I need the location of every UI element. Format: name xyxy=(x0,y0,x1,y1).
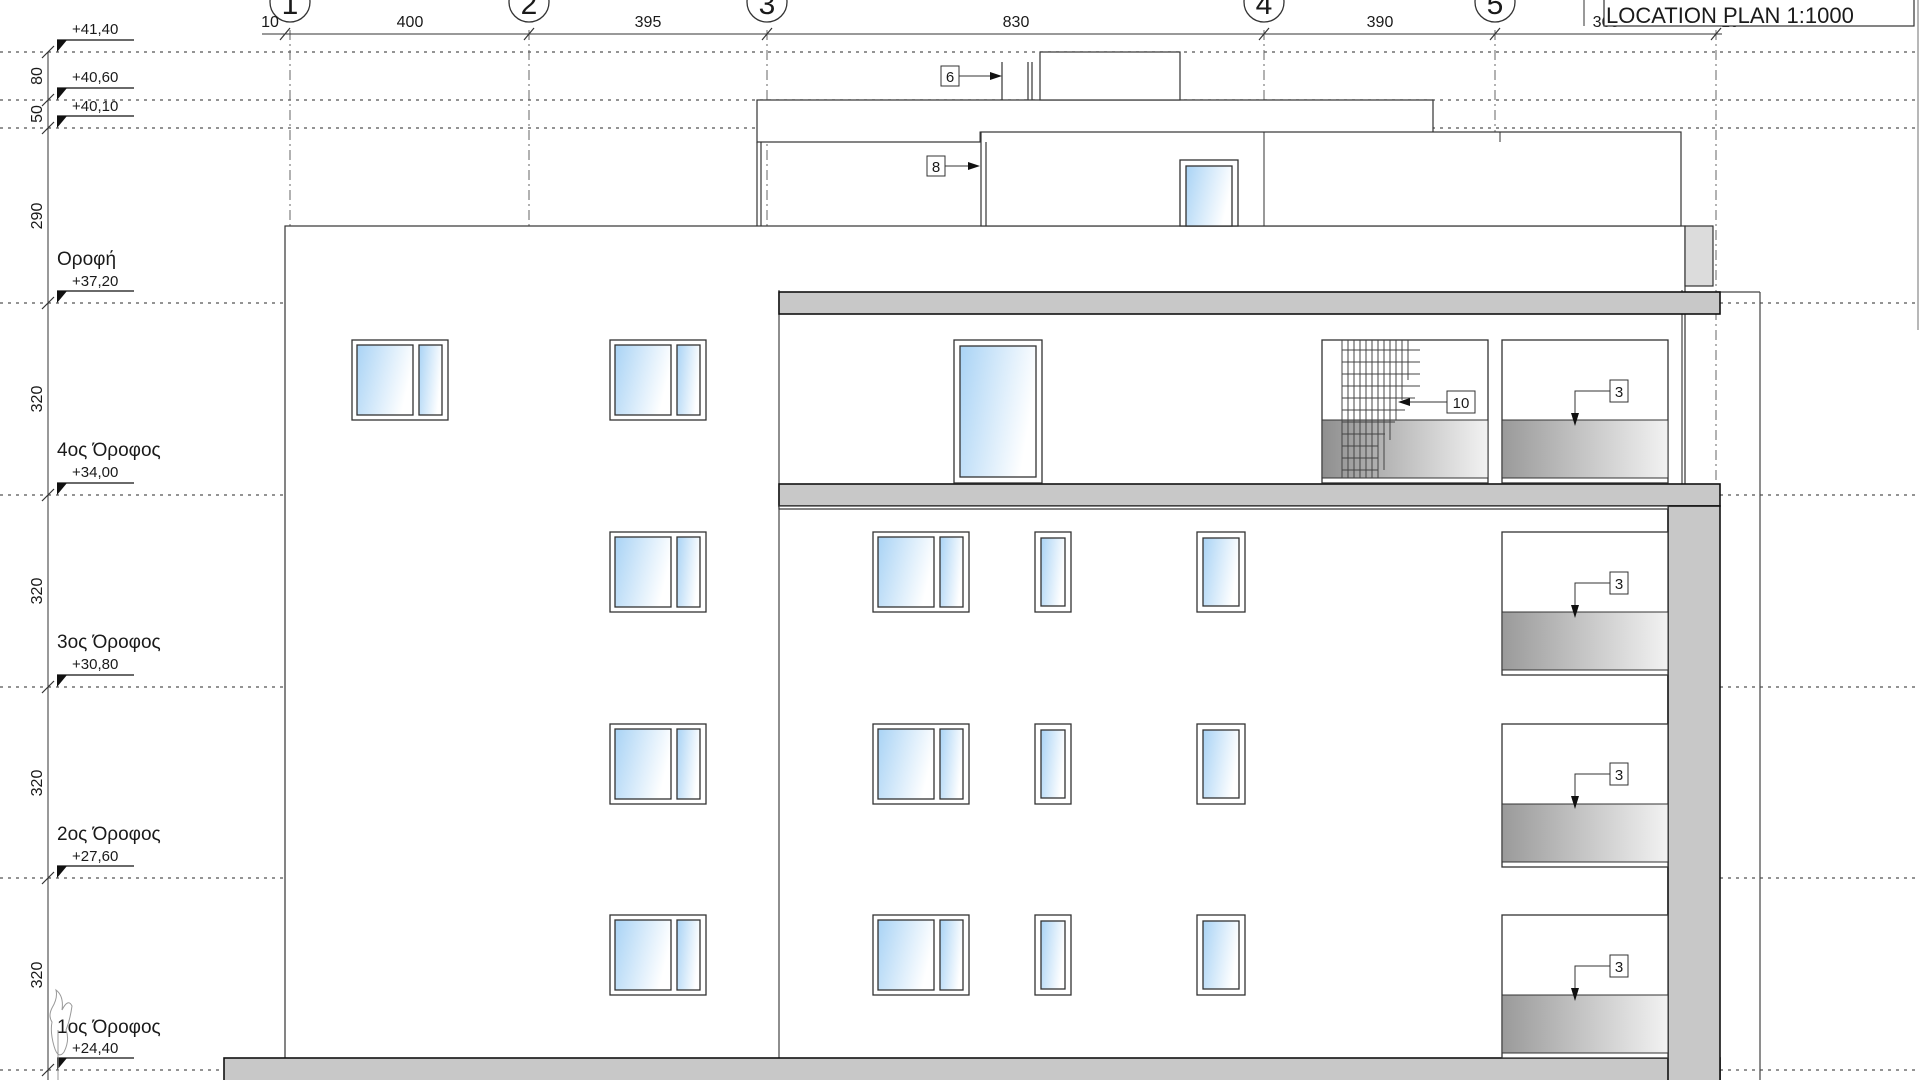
window-pane xyxy=(877,728,935,800)
level-triangle-icon xyxy=(57,675,67,687)
side-wall-section xyxy=(1667,505,1721,1080)
window-pane xyxy=(614,919,672,991)
window-pane xyxy=(1202,920,1240,990)
level-mark-4th-floor: 4ος Όροφος +34,00 xyxy=(57,440,161,495)
window-pane xyxy=(1040,729,1066,799)
dimension-label: 830 xyxy=(1003,14,1030,31)
vertical-dimension-label: 320 xyxy=(29,386,46,413)
balcony-parapet xyxy=(1501,419,1669,479)
vertical-dimension-label: 290 xyxy=(29,203,46,230)
floor-slab-4 xyxy=(778,483,1721,507)
stair-railing xyxy=(1321,419,1489,479)
building-elevation xyxy=(49,51,1761,1080)
window-pane xyxy=(676,919,701,991)
vertical-dimension-label: 320 xyxy=(29,578,46,605)
chimney-block xyxy=(1684,225,1714,287)
level-value: +40,10 xyxy=(72,98,118,115)
level-name: 2ος Όροφος xyxy=(57,824,161,845)
vertical-dimension-label: 80 xyxy=(29,67,46,85)
balcony-parapet xyxy=(1501,994,1669,1054)
level-triangle-icon xyxy=(57,88,67,100)
arrow-right-icon xyxy=(968,162,980,170)
dimension-label: 400 xyxy=(397,14,424,31)
slab-underside xyxy=(778,505,1669,510)
arrow-right-icon xyxy=(990,72,1002,80)
level-name: Οροφή xyxy=(57,249,116,270)
window-pane xyxy=(676,536,701,608)
level-value: +27,60 xyxy=(72,848,118,865)
penthouse-volume xyxy=(980,131,1682,227)
callout-vent: 6 xyxy=(940,65,1002,87)
vertical-dimension-label: 320 xyxy=(29,770,46,797)
window-pane xyxy=(614,728,672,800)
callout-number: 3 xyxy=(1615,384,1623,401)
axis-label-2: 2 xyxy=(521,0,538,21)
location-plan-title: LOCATION PLAN 1:1000 xyxy=(1606,3,1854,28)
roof-slab xyxy=(778,291,1721,315)
level-triangle-icon xyxy=(57,483,67,495)
level-name: 1ος Όροφος xyxy=(57,1017,161,1038)
callout-parapet: 8 xyxy=(926,155,980,177)
window-pane xyxy=(939,536,964,608)
level-mark-41-40: +41,40 xyxy=(57,21,134,52)
window-pane xyxy=(418,344,443,416)
callout-number: 3 xyxy=(1615,959,1623,976)
window-pane xyxy=(939,728,964,800)
level-name: 3ος Όροφος xyxy=(57,632,161,653)
window-pane xyxy=(877,919,935,991)
level-value: +41,40 xyxy=(72,21,118,38)
vertical-dimension-label: 50 xyxy=(29,105,46,123)
level-name: 4ος Όροφος xyxy=(57,440,161,461)
balcony-parapet xyxy=(1501,803,1669,863)
window-pane xyxy=(1202,537,1240,607)
level-value: +40,60 xyxy=(72,69,118,86)
balcony-parapet xyxy=(1501,611,1669,671)
balcony-door-pane xyxy=(959,345,1037,478)
axis-label-3: 3 xyxy=(759,0,776,21)
penthouse-window xyxy=(1185,165,1233,227)
level-value: +34,00 xyxy=(72,464,118,481)
callout-number: 3 xyxy=(1615,767,1623,784)
window-pane xyxy=(1040,920,1066,990)
level-value: +24,40 xyxy=(72,1040,118,1057)
dimension-label: 395 xyxy=(635,14,662,31)
level-triangle-icon xyxy=(57,291,67,303)
axis-label-4: 4 xyxy=(1256,0,1273,21)
level-triangle-icon xyxy=(57,40,67,52)
window-pane xyxy=(1202,729,1240,799)
level-mark-1st-floor: 1ος Όροφος +24,40 xyxy=(57,1017,161,1070)
top-dimension-chain: 10 400 395 830 390 365 10 xyxy=(261,14,1739,41)
level-mark-40-10: +40,10 xyxy=(57,98,134,128)
callout-number: 10 xyxy=(1453,395,1470,412)
level-value: +30,80 xyxy=(72,656,118,673)
window-pane xyxy=(676,728,701,800)
callout-number: 6 xyxy=(946,69,954,86)
callout-number: 8 xyxy=(932,159,940,176)
level-value: +37,20 xyxy=(72,273,118,290)
vertical-dimension-label: 320 xyxy=(29,962,46,989)
dimension-label: 10 xyxy=(261,14,279,31)
dimension-label: 390 xyxy=(1367,14,1394,31)
axis-label-1: 1 xyxy=(282,0,299,21)
axis-label-5: 5 xyxy=(1487,0,1504,21)
window-pane xyxy=(614,536,672,608)
window-pane xyxy=(877,536,935,608)
level-markers: 80 50 290 320 320 320 320 +41,40 +40,60 … xyxy=(29,21,161,1080)
level-mark-40-60: +40,60 xyxy=(57,69,134,100)
axis-bubbles: 1 2 3 4 5 xyxy=(269,0,1516,23)
window-pane xyxy=(939,919,964,991)
level-mark-3rd-floor: 3ος Όροφος +30,80 xyxy=(57,632,161,687)
window-pane xyxy=(676,344,701,416)
level-triangle-icon xyxy=(57,866,67,878)
facade-elevation-drawing: 1 2 3 4 5 10 400 395 830 390 365 10 LOCA… xyxy=(0,0,1920,1080)
window-pane xyxy=(356,344,414,416)
callout-number: 3 xyxy=(1615,576,1623,593)
stair-housing xyxy=(1039,51,1181,101)
window-pane xyxy=(614,344,672,416)
level-mark-2nd-floor: 2ος Όροφος +27,60 xyxy=(57,824,161,878)
floor-slab-1 xyxy=(223,1057,1721,1080)
window-pane xyxy=(1040,537,1066,607)
level-mark-roof: Οροφή +37,20 xyxy=(57,249,134,303)
level-triangle-icon xyxy=(57,116,67,128)
